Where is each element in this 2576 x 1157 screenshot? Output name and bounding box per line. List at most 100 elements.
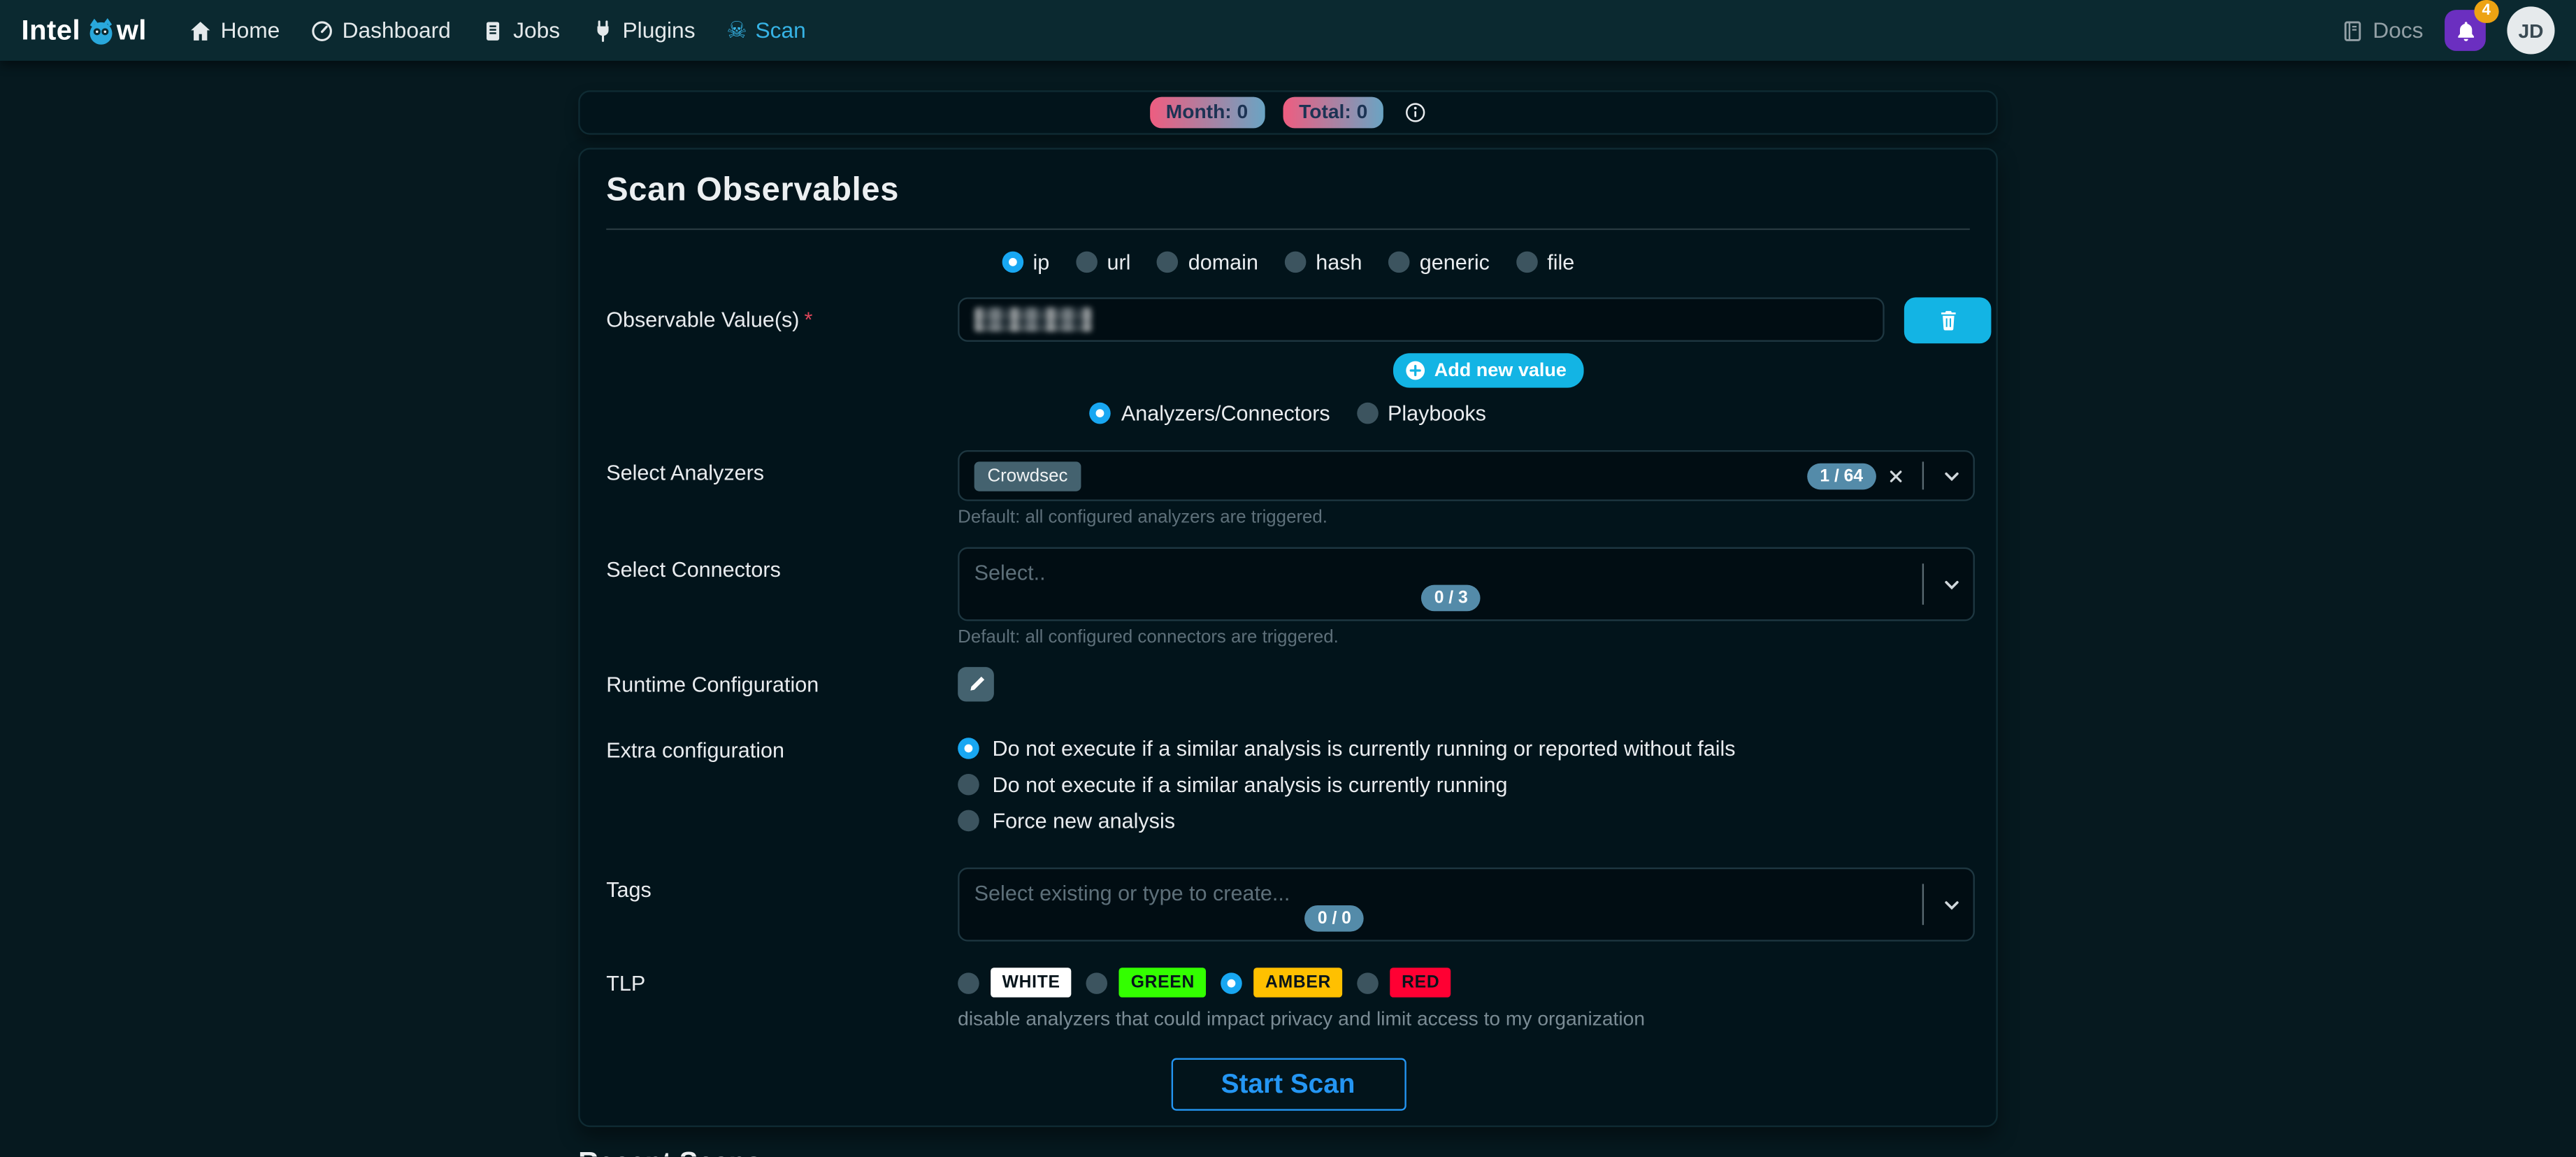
- nav-item-label: Home: [221, 18, 280, 43]
- analyzers-count-badge: 1 / 64: [1807, 463, 1876, 489]
- tags-label: Tags: [606, 868, 958, 942]
- select-connectors-field: Select.. 0 / 3 Default: all configured c…: [958, 547, 1975, 647]
- runtime-configuration-label: Runtime Configuration: [606, 667, 958, 701]
- type-label: file: [1547, 250, 1574, 274]
- total-quota-badge: Total: 0: [1283, 97, 1384, 129]
- month-quota-badge: Month: 0: [1149, 97, 1265, 129]
- required-asterisk: *: [805, 307, 813, 331]
- docs-link[interactable]: Docs: [2342, 18, 2424, 43]
- radio-force-new-analysis[interactable]: [958, 810, 979, 832]
- radio-domain[interactable]: [1157, 252, 1179, 273]
- navbar: Intel wl Home: [0, 0, 2576, 61]
- radio-playbooks[interactable]: [1356, 403, 1378, 424]
- tlp-option-amber[interactable]: AMBER: [1221, 968, 1343, 997]
- radio-tlp-amber[interactable]: [1221, 972, 1243, 993]
- tlp-option-red[interactable]: RED: [1358, 968, 1451, 997]
- notifications-button[interactable]: 4: [2445, 10, 2486, 51]
- type-option-url[interactable]: url: [1076, 250, 1131, 274]
- clear-analyzers-icon[interactable]: [1876, 466, 1915, 485]
- radio-no-exec-running-or-reported[interactable]: [958, 738, 979, 759]
- home-icon: [189, 19, 213, 42]
- extra-configuration-row: Extra configuration Do not execute if a …: [606, 728, 1970, 833]
- mode-option-analyzers-connectors[interactable]: Analyzers/Connectors: [1090, 401, 1330, 425]
- plugins-icon: [591, 19, 614, 42]
- docs-book-icon: [2342, 19, 2365, 42]
- radio-no-exec-running[interactable]: [958, 774, 979, 796]
- option-label: Do not execute if a similar analysis is …: [993, 736, 1736, 761]
- docs-label: Docs: [2373, 18, 2423, 43]
- type-label: generic: [1420, 250, 1490, 274]
- tlp-amber-badge: AMBER: [1254, 968, 1343, 997]
- type-option-domain[interactable]: domain: [1157, 250, 1258, 274]
- tags-field: Select existing or type to create... 0 /…: [958, 868, 1975, 942]
- radio-tlp-green[interactable]: [1086, 972, 1108, 993]
- connectors-chevron-down-icon[interactable]: [1930, 574, 1973, 594]
- connectors-multiselect[interactable]: Select.. 0 / 3: [958, 547, 1975, 621]
- mode-label: Analyzers/Connectors: [1121, 401, 1330, 425]
- brand-logo[interactable]: Intel wl: [22, 14, 147, 47]
- tags-count-badge: 0 / 0: [1304, 905, 1365, 932]
- radio-tlp-red[interactable]: [1358, 972, 1379, 993]
- nav-item-dashboard[interactable]: Dashboard: [311, 18, 451, 43]
- analysis-mode-radio-group: Analyzers/Connectors Playbooks: [606, 401, 1970, 425]
- radio-url[interactable]: [1076, 252, 1098, 273]
- nav-item-jobs[interactable]: Jobs: [482, 18, 560, 43]
- scan-observables-card: Scan Observables ip url domain hash: [578, 148, 1998, 1128]
- type-option-ip[interactable]: ip: [1002, 250, 1049, 274]
- nav-item-scan[interactable]: ☠ Scan: [726, 18, 806, 43]
- analyzers-helper-text: Default: all configured analyzers are tr…: [958, 508, 1975, 527]
- navbar-right: Docs 4 JD: [2342, 6, 2555, 54]
- title-divider: [606, 229, 1970, 230]
- trash-icon: [1936, 309, 1959, 332]
- user-avatar[interactable]: JD: [2507, 6, 2554, 54]
- select-connectors-label: Select Connectors: [606, 547, 958, 647]
- tlp-option-green[interactable]: GREEN: [1086, 968, 1206, 997]
- radio-ip[interactable]: [1002, 252, 1023, 273]
- remove-value-button[interactable]: [1904, 297, 1992, 343]
- analyzer-chip-crowdsec[interactable]: Crowdsec: [974, 461, 1081, 490]
- extra-option-no-exec-running[interactable]: Do not execute if a similar analysis is …: [958, 772, 1970, 797]
- option-label: Force new analysis: [993, 808, 1176, 833]
- mode-option-playbooks[interactable]: Playbooks: [1356, 401, 1486, 425]
- tlp-note-text: disable analyzers that could impact priv…: [958, 1007, 1645, 1030]
- label-text: Observable Value(s): [606, 307, 799, 331]
- quota-info-icon[interactable]: [1405, 102, 1427, 124]
- observable-value-input[interactable]: [958, 297, 1885, 341]
- tags-multiselect[interactable]: Select existing or type to create... 0 /…: [958, 868, 1975, 942]
- radio-file[interactable]: [1516, 252, 1538, 273]
- tlp-option-white[interactable]: WHITE: [958, 968, 1072, 997]
- type-option-generic[interactable]: generic: [1388, 250, 1490, 274]
- dashboard-icon: [311, 19, 334, 42]
- type-label: domain: [1188, 250, 1258, 274]
- radio-tlp-white[interactable]: [958, 972, 979, 993]
- analyzers-chevron-down-icon[interactable]: [1930, 466, 1973, 485]
- select-analyzers-field: Crowdsec 1 / 64 Default: all configured …: [958, 450, 1975, 527]
- edit-runtime-config-button[interactable]: [958, 667, 994, 701]
- tlp-row: TLP WHITE GREEN AMBER RED dis: [606, 961, 1970, 1030]
- add-new-value-button[interactable]: Add new value: [1393, 353, 1583, 387]
- type-option-hash[interactable]: hash: [1285, 250, 1362, 274]
- observable-values-field: Add new value: [958, 297, 1970, 397]
- radio-generic[interactable]: [1388, 252, 1410, 273]
- observable-values-label: Observable Value(s)*: [606, 297, 958, 397]
- tlp-green-badge: GREEN: [1119, 968, 1206, 997]
- tags-chevron-down-icon[interactable]: [1930, 895, 1973, 914]
- add-new-value-label: Add new value: [1434, 361, 1567, 380]
- radio-hash[interactable]: [1285, 252, 1307, 273]
- nav-item-plugins[interactable]: Plugins: [591, 18, 696, 43]
- nav-item-home[interactable]: Home: [189, 18, 280, 43]
- select-separator: [1922, 883, 1924, 926]
- type-option-file[interactable]: file: [1516, 250, 1575, 274]
- nav-item-label: Scan: [756, 18, 806, 43]
- tlp-options: WHITE GREEN AMBER RED disable analyzers …: [958, 961, 1970, 1030]
- extra-option-no-exec-running-or-reported[interactable]: Do not execute if a similar analysis is …: [958, 736, 1970, 761]
- start-scan-button[interactable]: Start Scan: [1171, 1058, 1406, 1111]
- analyzers-multiselect[interactable]: Crowdsec 1 / 64: [958, 450, 1975, 501]
- radio-analyzers-connectors[interactable]: [1090, 403, 1111, 424]
- connectors-helper-text: Default: all configured connectors are t…: [958, 628, 1975, 647]
- type-label: url: [1107, 250, 1131, 274]
- observable-type-radio-group: ip url domain hash generic file: [606, 250, 1970, 274]
- extra-option-force-new-analysis[interactable]: Force new analysis: [958, 808, 1970, 833]
- tags-row: Tags Select existing or type to create..…: [606, 868, 1970, 942]
- connectors-count-badge: 0 / 3: [1421, 585, 1481, 612]
